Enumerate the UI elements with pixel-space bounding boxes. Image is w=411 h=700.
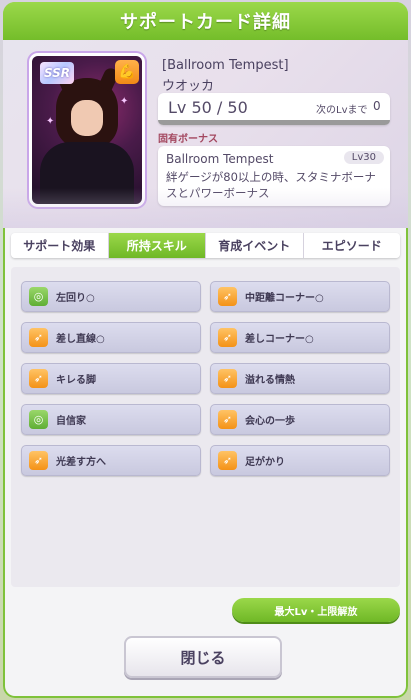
power-type-icon: 💪 — [115, 60, 139, 84]
rarity-badge: SSR — [40, 62, 74, 84]
level-text: Lv 50 / 50 — [168, 98, 248, 117]
character-face — [71, 100, 103, 136]
skill-item[interactable]: ➶ 差し直線○ — [21, 322, 201, 353]
skill-label: 中距離コーナー○ — [245, 293, 324, 304]
close-button[interactable]: 閉じる — [124, 636, 282, 678]
skill-label: 会心の一歩 — [245, 416, 295, 427]
skill-orange-icon: ➶ — [218, 328, 237, 347]
skill-orange-icon: ➶ — [29, 451, 48, 470]
character-name: ウオッカ — [162, 79, 215, 94]
skill-orange-icon: ➶ — [218, 451, 237, 470]
unique-bonus-box: Ballroom Tempest Lv30 絆ゲージが80以上の時、スタミナボー… — [158, 146, 390, 206]
skill-label: 左回り○ — [56, 293, 95, 304]
skill-label: 自信家 — [56, 416, 86, 427]
skill-item[interactable]: ➶ 中距離コーナー○ — [210, 281, 390, 312]
skill-item[interactable]: ➶ 溢れる情熱 — [210, 363, 390, 394]
tab-owned-skills[interactable]: 所持スキル — [108, 233, 206, 258]
next-level-value: 0 — [373, 99, 381, 113]
skill-orange-icon: ➶ — [218, 287, 237, 306]
tab-episode[interactable]: エピソード — [303, 233, 400, 258]
level-progress-bar — [158, 120, 390, 125]
skill-label: 溢れる情熱 — [245, 375, 295, 386]
sparkle-icon: ✦ — [120, 96, 129, 107]
skill-green-icon: ◎ — [29, 287, 48, 306]
bonus-description: 絆ゲージが80以上の時、スタミナボーナスとパワーボーナス — [166, 170, 376, 200]
next-level-label: 次のLvまで — [316, 105, 368, 116]
skill-label: 差しコーナー○ — [245, 334, 314, 345]
skill-label: 差し直線○ — [56, 334, 105, 345]
tab-training-events[interactable]: 育成イベント — [206, 233, 304, 258]
skill-item[interactable]: ➶ 光差す方へ — [21, 445, 201, 476]
skill-label: 光差す方へ — [56, 457, 106, 468]
skill-item[interactable]: ➶ キレる脚 — [21, 363, 201, 394]
skill-item[interactable]: ◎ 左回り○ — [21, 281, 201, 312]
skill-item[interactable]: ➶ 足がかり — [210, 445, 390, 476]
card-name: [Ballroom Tempest] — [162, 58, 289, 73]
skill-orange-icon: ➶ — [29, 328, 48, 347]
dialog-title: サポートカード詳細 — [3, 2, 408, 40]
skill-green-icon: ◎ — [29, 410, 48, 429]
skill-orange-icon: ➶ — [29, 369, 48, 388]
skill-label: 足がかり — [245, 457, 285, 468]
card-info-panel: ✦ ✦ SSR 💪 [Ballroom Tempest] ウオッカ Lv 50 … — [3, 40, 408, 228]
bonus-level-badge: Lv30 — [343, 151, 384, 164]
skill-orange-icon: ➶ — [218, 369, 237, 388]
max-level-limit-break-button[interactable]: 最大Lv・上限解放 — [232, 598, 400, 622]
tab-support-effect[interactable]: サポート効果 — [11, 233, 109, 258]
skill-item[interactable]: ➶ 会心の一歩 — [210, 404, 390, 435]
bonus-title: Ballroom Tempest — [166, 152, 274, 166]
detail-tabs: サポート効果 所持スキル 育成イベント エピソード — [11, 233, 400, 258]
unique-bonus-label: 固有ボーナス — [158, 134, 218, 145]
skill-list-panel: ◎ 左回り○ ➶ 中距離コーナー○ ➶ 差し直線○ ➶ 差しコーナー○ ➶ キレ… — [11, 267, 400, 587]
skill-label: キレる脚 — [56, 375, 96, 386]
skill-item[interactable]: ◎ 自信家 — [21, 404, 201, 435]
sparkle-icon: ✦ — [46, 116, 55, 127]
character-coat — [40, 142, 134, 204]
level-box: Lv 50 / 50 次のLvまで 0 — [158, 93, 390, 125]
skill-orange-icon: ➶ — [218, 410, 237, 429]
support-card-detail-dialog: サポートカード詳細 ✦ ✦ SSR 💪 [Ballroom Tempest] ウ… — [3, 2, 408, 698]
skill-item[interactable]: ➶ 差しコーナー○ — [210, 322, 390, 353]
